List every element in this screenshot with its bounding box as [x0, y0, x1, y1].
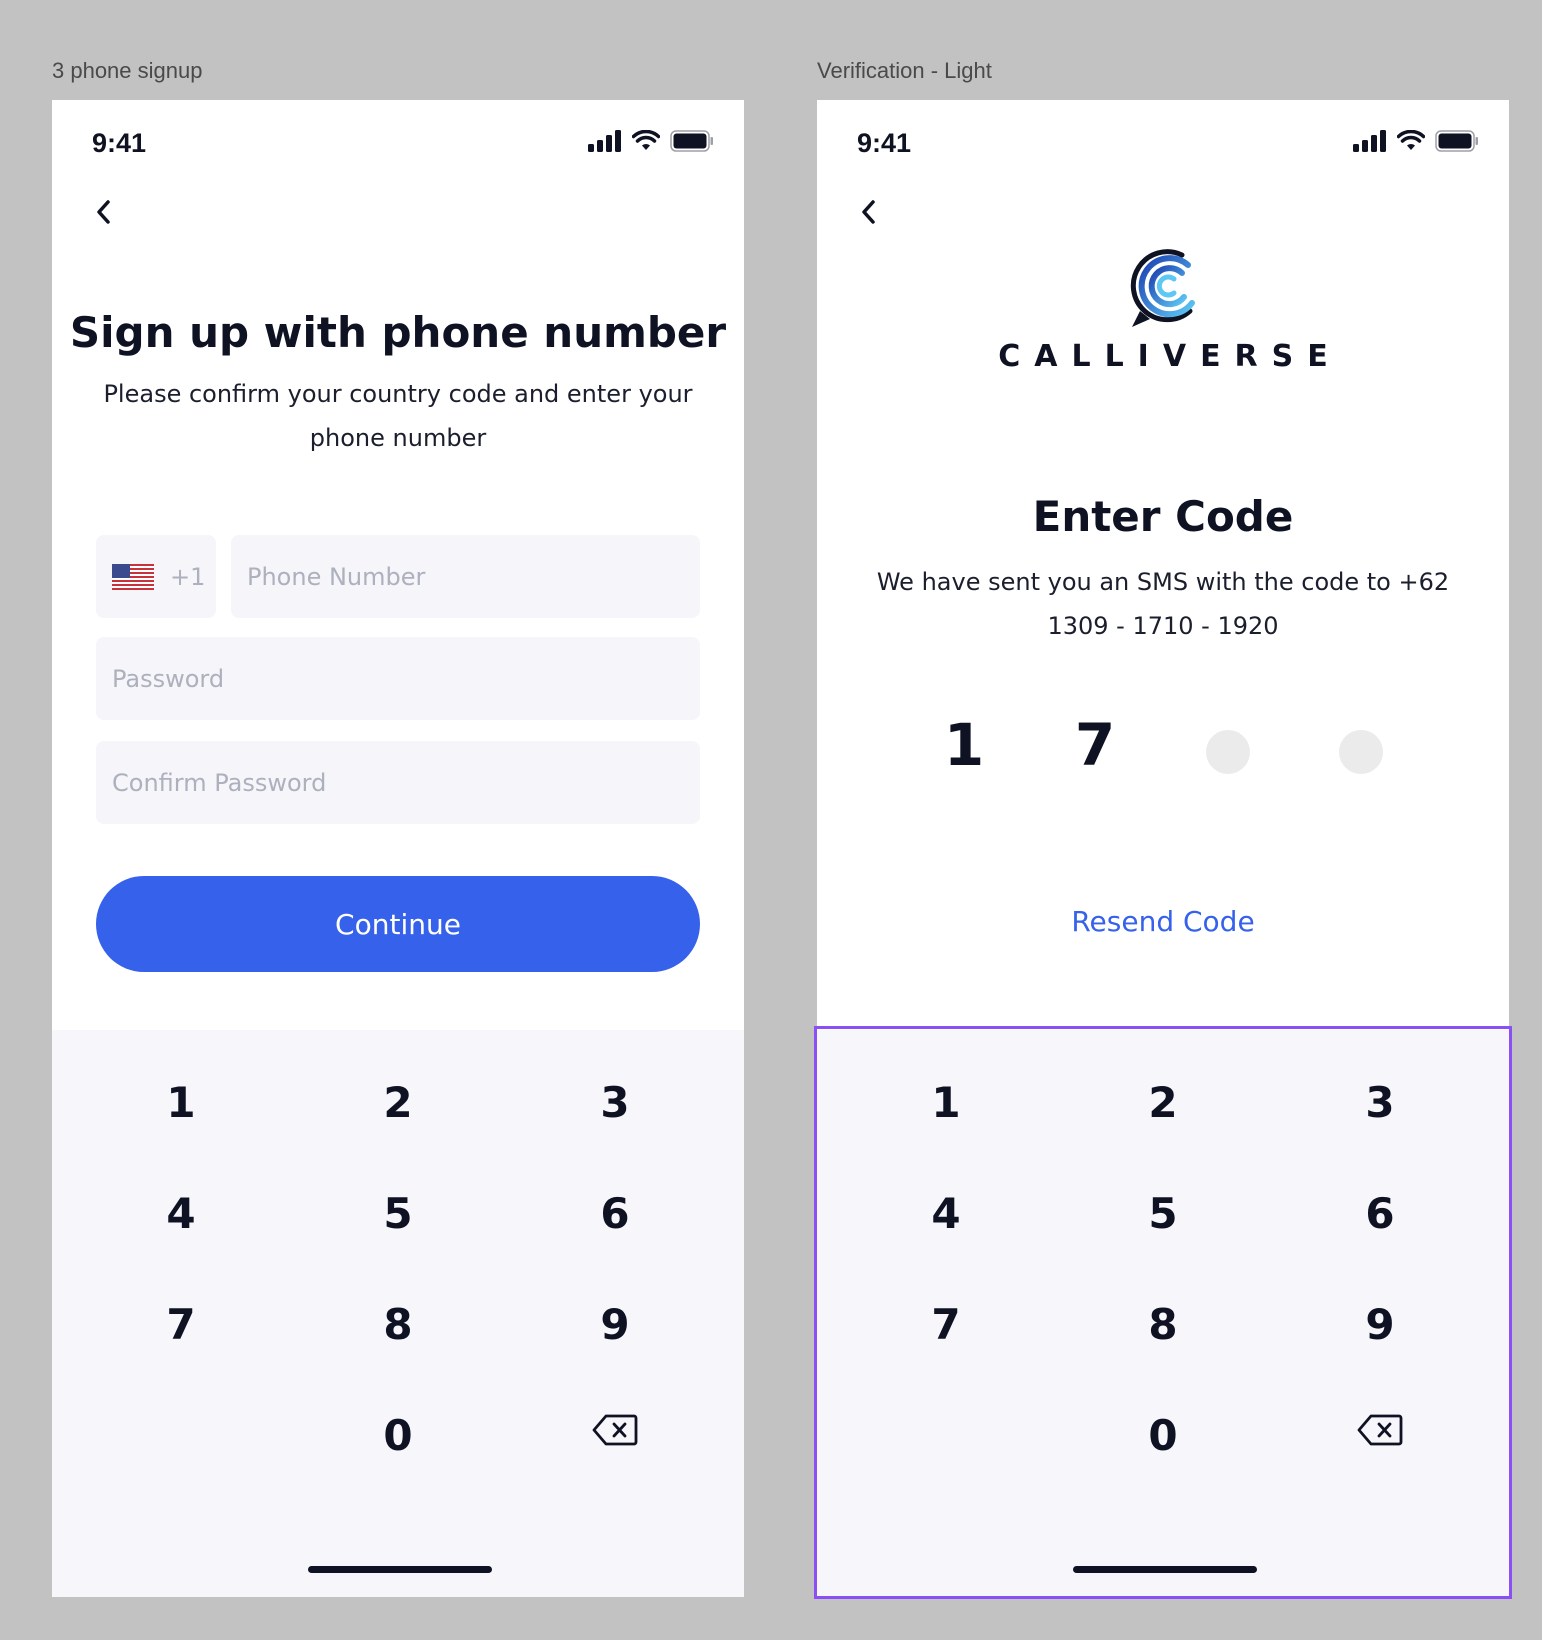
status-icons: [1353, 130, 1479, 152]
page-subtitle: Please confirm your country code and ent…: [103, 380, 693, 452]
signup-screen: 9:41 Sign up with phone number Please co…: [52, 100, 744, 1597]
wifi-icon: [632, 130, 660, 150]
key-3[interactable]: 3: [535, 1057, 695, 1147]
code-digit-4-empty[interactable]: [1339, 730, 1383, 774]
password-placeholder: Password: [112, 664, 225, 693]
home-indicator: [308, 1566, 492, 1573]
key-0[interactable]: 0: [318, 1390, 478, 1480]
battery-icon: [670, 130, 713, 152]
status-icons: [588, 130, 714, 152]
country-code: +1: [170, 562, 206, 591]
frame-label-signup: 3 phone signup: [52, 58, 203, 83]
confirm-password-placeholder: Confirm Password: [112, 768, 327, 797]
continue-label: Continue: [335, 907, 461, 941]
password-input[interactable]: Password: [96, 637, 700, 720]
chevron-left-icon: [97, 200, 110, 224]
signal-icon: [588, 130, 621, 152]
page-subtitle: We have sent you an SMS with the code to…: [876, 568, 1450, 640]
resend-code-button[interactable]: Resend Code: [817, 905, 1509, 938]
calliverse-logo-icon: [1130, 249, 1195, 327]
numeric-keypad: 1 2 3 4 5 6 7 8 9 0: [52, 1030, 744, 1597]
page-title: Sign up with phone number: [69, 308, 727, 357]
key-1[interactable]: 1: [101, 1057, 261, 1147]
backspace-icon: [592, 1414, 638, 1446]
logo-wordmark: CALLIVERSE: [998, 339, 1342, 374]
key-8[interactable]: 8: [318, 1279, 478, 1369]
confirm-password-input[interactable]: Confirm Password: [96, 741, 700, 824]
continue-button[interactable]: Continue: [96, 876, 700, 972]
key-7[interactable]: 7: [101, 1279, 261, 1369]
key-6[interactable]: 6: [535, 1168, 695, 1258]
key-5[interactable]: 5: [318, 1168, 478, 1258]
back-button[interactable]: [845, 188, 893, 236]
status-time: 9:41: [92, 128, 147, 158]
code-digit-2[interactable]: 7: [1065, 710, 1125, 780]
wifi-icon: [1397, 130, 1425, 150]
chevron-left-icon: [862, 200, 875, 224]
selection-outline: [814, 1026, 1512, 1599]
page-title: Enter Code: [1032, 492, 1294, 541]
code-digit-3-empty[interactable]: [1206, 730, 1250, 774]
phone-number-input[interactable]: Phone Number: [231, 535, 700, 618]
key-2[interactable]: 2: [318, 1057, 478, 1147]
calliverse-logo: CALLIVERSE: [817, 245, 1509, 374]
phone-number-placeholder: Phone Number: [247, 562, 426, 591]
frame-label-verification: Verification - Light: [817, 58, 992, 83]
status-time: 9:41: [857, 128, 912, 158]
back-button[interactable]: [80, 188, 128, 236]
code-digit-1[interactable]: 1: [934, 710, 994, 780]
signal-icon: [1353, 130, 1386, 152]
key-9[interactable]: 9: [535, 1279, 695, 1369]
key-4[interactable]: 4: [101, 1168, 261, 1258]
backspace-key[interactable]: [535, 1385, 695, 1475]
battery-icon: [1435, 130, 1478, 152]
us-flag-icon: [112, 563, 154, 590]
country-code-selector[interactable]: +1: [96, 535, 216, 618]
